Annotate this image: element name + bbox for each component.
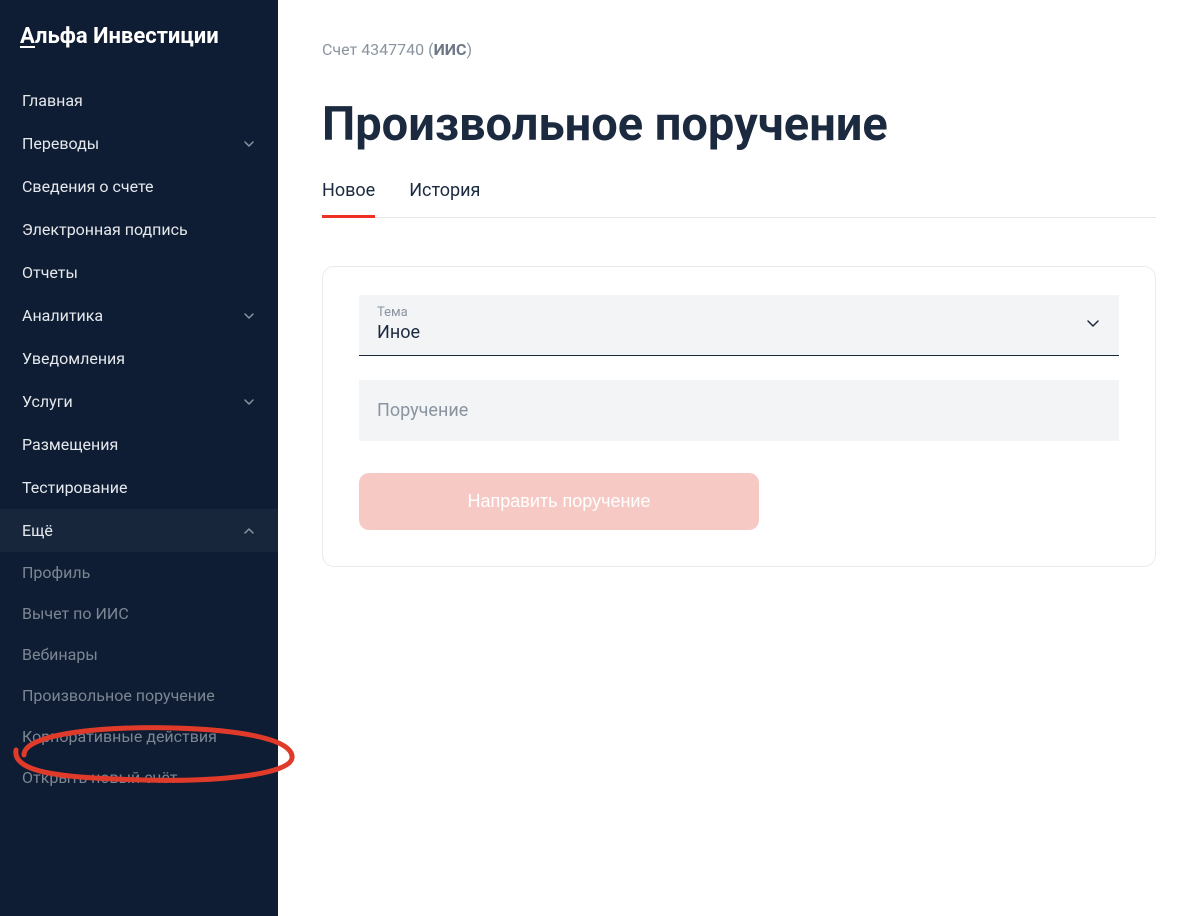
nav-sublist: ПрофильВычет по ИИСВебинарыПроизвольное … [0,552,278,798]
sidebar-subitem-0[interactable]: Профиль [0,552,278,593]
sidebar-item-label: Услуги [22,392,73,411]
chevron-down-icon [1085,315,1101,335]
tab-0[interactable]: Новое [322,180,375,218]
sidebar-subitem-3[interactable]: Произвольное поручение [0,675,278,716]
sidebar-item-4[interactable]: Отчеты [0,251,278,294]
sidebar-item-label: Главная [22,91,83,110]
sidebar-item-2[interactable]: Сведения о счете [0,165,278,208]
sidebar-item-3[interactable]: Электронная подпись [0,208,278,251]
sidebar-item-label: Уведомления [22,349,125,368]
nav-list: Главная Переводы Сведения о счете Электронн… [0,79,278,552]
instruction-input[interactable]: Поручение [359,380,1119,441]
sidebar-item-9[interactable]: Тестирование [0,466,278,509]
topic-label: Тема [377,305,1101,320]
sidebar-item-label: Электронная подпись [22,220,188,239]
sidebar-item-label: Размещения [22,435,118,454]
sidebar-subitem-4[interactable]: Корпоративные действия [0,716,278,757]
breadcrumb: Счет 4347740 (ИИС) [322,40,1156,59]
chevron-up-icon [242,524,256,538]
topic-value: Иное [377,322,1101,343]
tabs: Новое История [322,180,1156,218]
brand-logo: Альфа Инвестиции [0,24,278,79]
chevron-down-icon [242,309,256,323]
breadcrumb-number: 4347740 [361,40,424,59]
sidebar-item-label: Аналитика [22,306,103,325]
form-card: Тема Иное Поручение Направить поручение [322,266,1156,567]
chevron-down-icon [242,395,256,409]
sidebar-subitem-1[interactable]: Вычет по ИИС [0,593,278,634]
sidebar-item-label: Ещё [22,521,53,540]
sidebar-item-8[interactable]: Размещения [0,423,278,466]
page-title: Произвольное поручение [322,97,1156,152]
chevron-down-icon [242,137,256,151]
submit-button[interactable]: Направить поручение [359,473,759,530]
main-content: Счет 4347740 (ИИС) Произвольное поручени… [278,0,1200,916]
sidebar-item-1[interactable]: Переводы [0,122,278,165]
sidebar-item-7[interactable]: Услуги [0,380,278,423]
logo-prefix: А [20,24,35,49]
sidebar-subitem-2[interactable]: Вебинары [0,634,278,675]
sidebar-item-5[interactable]: Аналитика [0,294,278,337]
sidebar-item-6[interactable]: Уведомления [0,337,278,380]
breadcrumb-account-word: Счет [322,40,357,59]
topic-select[interactable]: Тема Иное [359,295,1119,356]
breadcrumb-type: ИИС [434,40,467,59]
sidebar-item-label: Тестирование [22,478,127,497]
sidebar-item-label: Переводы [22,134,99,153]
sidebar: Альфа Инвестиции Главная Переводы Сведения… [0,0,278,916]
sidebar-subitem-5[interactable]: Открыть новый счёт [0,757,278,798]
sidebar-item-label: Отчеты [22,263,78,282]
logo-rest: льфа Инвестиции [35,24,219,49]
sidebar-item-0[interactable]: Главная [0,79,278,122]
tab-1[interactable]: История [409,180,480,218]
sidebar-item-label: Сведения о счете [22,177,154,196]
sidebar-item-10[interactable]: Ещё [0,509,278,552]
